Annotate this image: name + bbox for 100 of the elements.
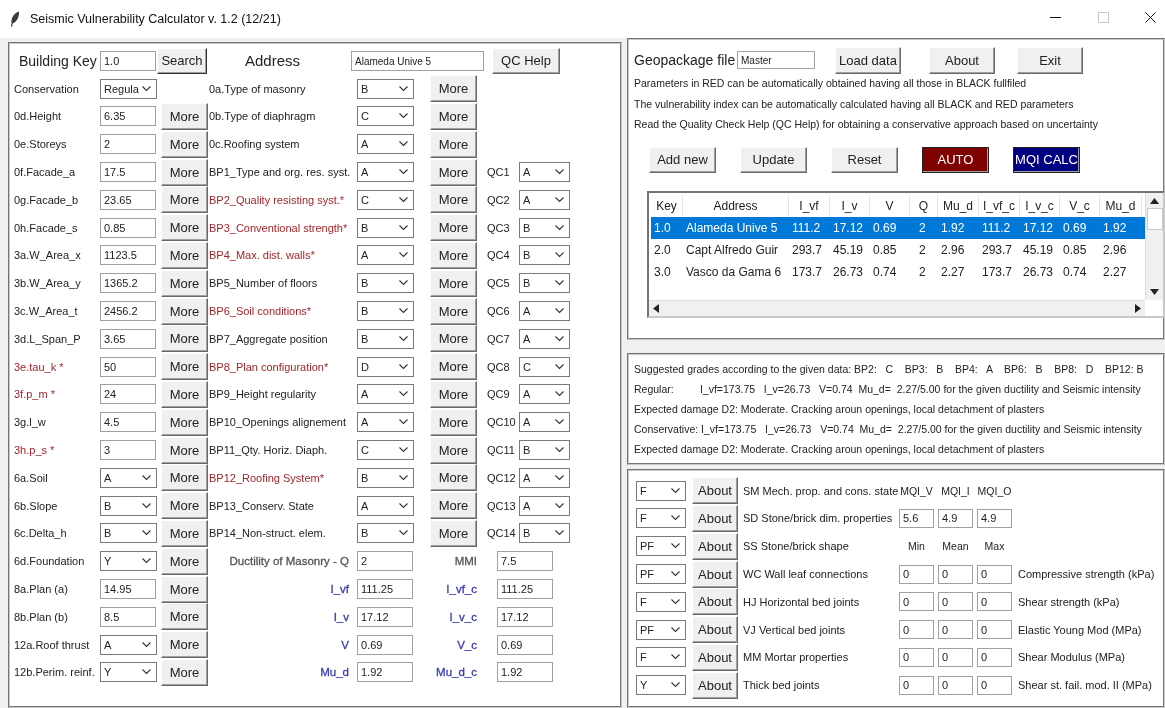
more-button[interactable]: More xyxy=(430,269,477,297)
more-button[interactable]: More xyxy=(161,214,208,242)
text-field[interactable]: 17.12 xyxy=(357,606,413,627)
dropdown[interactable]: A xyxy=(519,467,570,488)
text-field[interactable]: 4.5 xyxy=(100,412,156,433)
column-header[interactable]: Mu_d xyxy=(1100,194,1142,217)
text-field[interactable]: 0 xyxy=(977,592,1012,612)
dropdown[interactable]: A xyxy=(100,634,157,655)
more-button[interactable]: More xyxy=(161,380,208,408)
more-button[interactable]: More xyxy=(430,158,477,186)
more-button[interactable]: More xyxy=(161,658,208,686)
dropdown[interactable]: B xyxy=(357,301,414,322)
more-button[interactable]: More xyxy=(161,631,208,659)
about-button[interactable]: About xyxy=(692,588,738,616)
text-field[interactable]: 17.12 xyxy=(497,606,553,627)
text-field[interactable]: 111.25 xyxy=(497,579,553,600)
text-field[interactable]: 17.5 xyxy=(100,162,156,183)
column-header[interactable]: Q xyxy=(910,194,938,217)
scroll-left-icon[interactable] xyxy=(653,303,659,313)
dropdown[interactable]: B xyxy=(519,273,570,294)
more-button[interactable]: More xyxy=(430,103,477,130)
about-button[interactable]: About xyxy=(692,477,738,505)
table-row[interactable]: 3.0 Vasco da Gama 6 173.7 26.73 0.74 2 2.27 173.7 26.73 0.74 2.27 xyxy=(651,260,1145,283)
dropdown[interactable]: B xyxy=(357,273,414,294)
search-button[interactable]: Search xyxy=(157,47,207,74)
dropdown[interactable]: Y xyxy=(636,675,686,696)
more-button[interactable]: More xyxy=(430,353,477,381)
text-field[interactable]: 0 xyxy=(977,620,1012,640)
text-field[interactable]: 0 xyxy=(938,564,973,584)
more-button[interactable]: More xyxy=(161,269,208,297)
dropdown[interactable]: A xyxy=(357,134,414,155)
text-field[interactable]: 0 xyxy=(977,675,1012,695)
text-field[interactable]: 0 xyxy=(899,647,934,667)
about-button[interactable]: About xyxy=(692,616,738,644)
more-button[interactable]: More xyxy=(430,492,477,520)
text-field[interactable]: 4.9 xyxy=(977,508,1012,528)
text-field[interactable]: 2 xyxy=(357,551,413,572)
action-button[interactable]: Reset xyxy=(831,146,898,173)
more-button[interactable]: More xyxy=(430,436,477,464)
column-header[interactable]: Mu_d xyxy=(938,194,979,217)
more-button[interactable]: More xyxy=(430,241,477,269)
about-button[interactable]: About xyxy=(692,504,738,532)
dropdown[interactable]: F xyxy=(636,480,686,501)
text-field[interactable]: 0 xyxy=(977,564,1012,584)
dropdown[interactable]: A xyxy=(357,495,414,516)
dropdown[interactable]: A xyxy=(357,384,414,405)
dropdown[interactable]: A xyxy=(357,412,414,433)
text-field[interactable]: 3.65 xyxy=(100,328,156,349)
dropdown[interactable]: A xyxy=(100,467,157,488)
more-button[interactable]: More xyxy=(161,325,208,353)
text-field[interactable]: 1.92 xyxy=(357,662,413,683)
dropdown[interactable]: F xyxy=(636,647,686,668)
vertical-scrollbar[interactable] xyxy=(1145,192,1163,300)
text-field[interactable]: 1.0 xyxy=(100,50,156,71)
horizontal-scrollbar[interactable] xyxy=(649,299,1145,316)
dropdown[interactable]: D xyxy=(357,356,414,377)
more-button[interactable]: More xyxy=(430,408,477,436)
text-field[interactable]: 7.5 xyxy=(497,551,553,572)
column-header[interactable]: Address xyxy=(683,194,789,217)
text-field[interactable]: 14.95 xyxy=(100,579,156,600)
dropdown[interactable]: A xyxy=(519,301,570,322)
dropdown[interactable]: A xyxy=(519,189,570,210)
table-row[interactable]: 1.0 Alameda Unive 5 111.2 17.12 0.69 2 1.92 111.2 17.12 0.69 1.92 xyxy=(651,216,1145,239)
dropdown[interactable]: B xyxy=(519,523,570,544)
text-field[interactable]: 0 xyxy=(977,647,1012,667)
text-field[interactable]: 8.5 xyxy=(100,606,156,627)
dropdown[interactable]: A xyxy=(519,328,570,349)
column-header[interactable]: V xyxy=(870,194,910,217)
about-button[interactable]: About xyxy=(692,560,738,588)
more-button[interactable]: More xyxy=(430,380,477,408)
dropdown[interactable]: F xyxy=(636,508,686,529)
toolbar-button[interactable]: Exit xyxy=(1017,46,1083,74)
column-header[interactable]: I_v xyxy=(830,194,870,217)
more-button[interactable]: More xyxy=(161,464,208,492)
dropdown[interactable]: A xyxy=(357,162,414,183)
dropdown[interactable]: B xyxy=(100,523,157,544)
more-button[interactable]: More xyxy=(161,241,208,269)
dropdown[interactable]: A xyxy=(519,384,570,405)
text-field[interactable]: 1.92 xyxy=(497,662,553,683)
more-button[interactable]: More xyxy=(161,103,208,130)
more-button[interactable]: More xyxy=(161,130,208,158)
text-field[interactable]: 0 xyxy=(938,675,973,695)
dropdown[interactable]: A xyxy=(357,245,414,266)
about-button[interactable]: About xyxy=(692,671,738,699)
text-field[interactable]: 0 xyxy=(899,564,934,584)
more-button[interactable]: More xyxy=(430,325,477,353)
text-field[interactable]: 0.69 xyxy=(357,634,413,655)
more-button[interactable]: More xyxy=(161,158,208,186)
table-row[interactable]: 2.0 Capt Alfredo Guir 293.7 45.19 0.85 2 2.96 293.7 45.19 0.85 2.96 xyxy=(651,238,1145,261)
dropdown[interactable]: A xyxy=(519,495,570,516)
dropdown[interactable]: C xyxy=(519,356,570,377)
scroll-thumb[interactable] xyxy=(1146,207,1163,230)
text-field[interactable]: 6.35 xyxy=(100,106,156,127)
dropdown[interactable]: Regula xyxy=(100,78,157,99)
dropdown[interactable]: B xyxy=(519,217,570,238)
text-field[interactable]: 111.25 xyxy=(357,579,413,600)
scroll-up-icon[interactable] xyxy=(1150,197,1159,204)
about-button[interactable]: About xyxy=(692,532,738,560)
text-field[interactable]: 50 xyxy=(100,356,156,377)
dropdown[interactable]: PF xyxy=(636,564,686,584)
